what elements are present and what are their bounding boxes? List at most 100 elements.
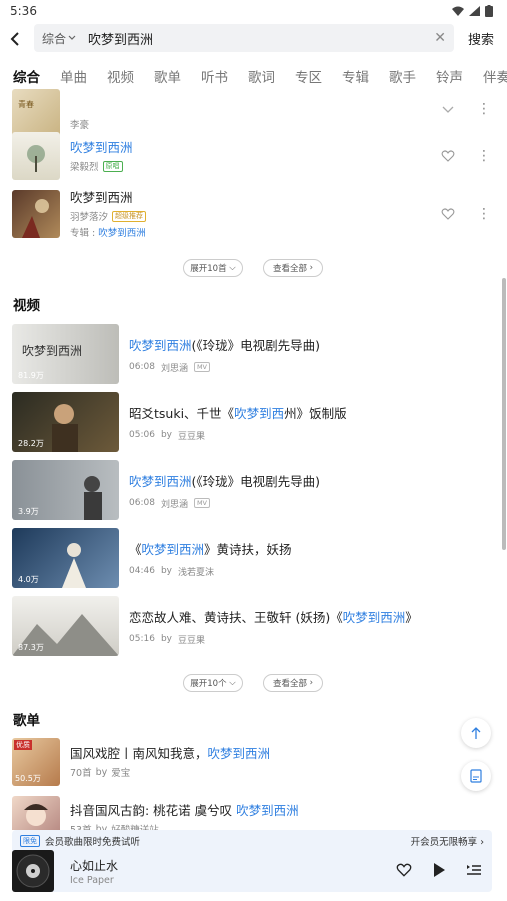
vip-cta[interactable]: 开会员无限畅享 ›: [411, 834, 484, 848]
view-all-videos-button[interactable]: 查看全部 ›: [263, 674, 323, 692]
mini-player[interactable]: 心如止水 Ice Paper: [12, 850, 492, 892]
video-row[interactable]: 吹梦到西洲 81.9万 吹梦到西洲 (《玲珑》电视剧先导曲) 06:08 刘思涵 MV: [12, 324, 492, 384]
tab-zones[interactable]: 专区: [282, 66, 329, 90]
video-row[interactable]: 4.0万 《吹梦到西洲》黄诗扶，妖扬 04:46 by 浅若夏沫: [12, 528, 492, 588]
video-title-post: (《玲珑》电视剧先导曲): [191, 473, 321, 489]
video-title-pre: 《: [129, 541, 142, 557]
cover-tag: 优质: [14, 740, 32, 750]
wifi-icon: [452, 6, 464, 16]
tab-artists[interactable]: 歌手: [376, 66, 423, 90]
video-title-highlight: 吹梦到西洲: [129, 473, 192, 489]
video-author: 刘思涵: [160, 499, 188, 510]
tab-songs[interactable]: 单曲: [47, 66, 94, 90]
tab-audiobooks[interactable]: 听书: [188, 66, 235, 90]
note-button[interactable]: [461, 761, 491, 791]
song-row[interactable]: 吹梦到西洲 羽梦落汐 超级推荐 专辑 : 吹梦到西洲 ⋮: [12, 190, 497, 239]
video-author: 豆豆果: [177, 431, 205, 442]
video-row[interactable]: 87.3万 恋恋故人难、黄诗扶、王敬轩 (妖扬)《吹梦到西洲》 05:16 by 豆…: [12, 596, 492, 656]
video-thumbnail: 4.0万: [12, 528, 119, 588]
chevron-down-icon[interactable]: [441, 102, 455, 116]
search-input[interactable]: 吹梦到西洲: [88, 29, 434, 48]
video-title-highlight: 吹梦到西: [234, 405, 285, 421]
expand-videos-button[interactable]: 展开10个 ⌵: [183, 674, 243, 692]
tab-albums[interactable]: 专辑: [329, 66, 376, 90]
video-title-post: (《玲珑》电视剧先导曲): [191, 337, 321, 353]
playlist-author: 爱宝: [111, 768, 131, 779]
playlist-row[interactable]: 抖音国风古韵: 桃花诺 虞兮叹 吹梦到西洲 53首by好酸糖送站: [12, 796, 497, 830]
playlist-title-pre: 国风戏腔丨南风知我意，: [70, 746, 208, 761]
back-arrow-icon: [10, 32, 19, 46]
expand-songs-button[interactable]: 展开10首 ⌵: [183, 259, 243, 277]
playlist-song-count: 53首: [70, 822, 92, 830]
battery-icon: [485, 5, 493, 17]
arrow-up-icon: [471, 727, 481, 739]
song-artist: 李豪: [70, 119, 90, 131]
mv-badge: MV: [193, 362, 211, 372]
video-play-count: 87.3万: [18, 643, 44, 652]
video-duration: 05:16: [129, 634, 155, 644]
video-thumbnail: 3.9万: [12, 460, 119, 520]
search-row: 综合 吹梦到西洲 ✕ 搜索: [0, 24, 507, 54]
playlist-title-highlight: 吹梦到西洲: [207, 746, 271, 761]
song-artist: 羽梦落汐: [70, 212, 109, 223]
playlist-author: 好酸糖送站: [111, 822, 159, 830]
expand-songs-label: 展开10首: [190, 264, 227, 274]
tab-lyrics[interactable]: 歌词: [235, 66, 282, 90]
video-title-post: 》: [405, 609, 418, 625]
scrollbar[interactable]: [502, 278, 506, 550]
tab-ringtones[interactable]: 铃声: [423, 66, 470, 90]
player-artist: Ice Paper: [70, 875, 114, 886]
search-category-dropdown[interactable]: 综合: [42, 30, 76, 47]
song-title: 吹梦到西洲: [70, 190, 133, 205]
back-button[interactable]: [0, 24, 30, 54]
song-row[interactable]: 吹梦到西洲 梁毅烈 原唱 ⋮: [12, 132, 497, 180]
video-row[interactable]: 28.2万 昭爻tsuki、千世《吹梦到西州》饭制版 05:06 by 豆豆果: [12, 392, 492, 452]
heart-icon[interactable]: [396, 862, 412, 878]
video-duration: 06:08: [129, 362, 155, 372]
video-play-count: 28.2万: [18, 439, 44, 448]
video-title-pre: 恋恋故人难、黄诗扶、王敬轩 (妖扬)《: [129, 609, 343, 625]
more-icon[interactable]: ⋮: [477, 102, 491, 116]
chevron-right-icon: ›: [480, 837, 484, 848]
chevron-right-icon: ›: [309, 263, 314, 273]
song-cover: [12, 132, 60, 180]
video-author: 豆豆果: [177, 635, 205, 646]
more-icon[interactable]: ⋮: [477, 207, 491, 221]
tab-all[interactable]: 综合: [0, 66, 47, 90]
song-cover: 青春: [12, 89, 60, 137]
more-icon[interactable]: ⋮: [477, 149, 491, 163]
song-row[interactable]: 青春 李豪 ⋮: [12, 89, 497, 137]
video-thumbnail: 吹梦到西洲 81.9万: [12, 324, 119, 384]
video-thumbnail: 87.3万: [12, 596, 119, 656]
chevron-down-icon: [68, 35, 76, 40]
search-button[interactable]: 搜索: [468, 29, 494, 48]
album-link[interactable]: 吹梦到西洲: [98, 228, 146, 239]
video-play-count: 3.9万: [18, 507, 39, 516]
vip-banner[interactable]: 限免 会员歌曲限时免费试听 开会员无限畅享 ›: [12, 830, 492, 852]
video-row[interactable]: 3.9万 吹梦到西洲(《玲珑》电视剧先导曲) 06:08 刘思涵 MV: [12, 460, 492, 520]
video-by: by: [160, 566, 172, 576]
heart-icon[interactable]: [441, 207, 455, 221]
tab-playlists[interactable]: 歌单: [141, 66, 188, 90]
heart-icon[interactable]: [441, 149, 455, 163]
video-duration: 04:46: [129, 566, 155, 576]
scroll-to-top-button[interactable]: [461, 718, 491, 748]
player-cover: [12, 850, 54, 892]
playlist-row[interactable]: 优质 50.5万 国风戏腔丨南风知我意，吹梦到西洲 70首 by 爱宝: [12, 738, 497, 786]
cover-art-text: 青春: [18, 100, 34, 109]
clear-icon[interactable]: ✕: [434, 30, 446, 46]
view-all-songs-button[interactable]: 查看全部 ›: [263, 259, 323, 277]
note-icon: [470, 769, 482, 783]
thumb-art-text: 吹梦到西洲: [22, 344, 83, 358]
playlist-title-pre: 抖音国风古韵: 桃花诺 虞兮叹: [70, 803, 237, 818]
playlist-play-count: 50.5万: [15, 774, 41, 783]
playlist-icon[interactable]: [466, 863, 482, 877]
playlist-cover: 优质 50.5万: [12, 738, 60, 786]
video-title-highlight: 吹梦到西洲: [141, 541, 205, 557]
play-icon[interactable]: [432, 862, 446, 878]
search-box[interactable]: 综合 吹梦到西洲 ✕: [34, 24, 454, 52]
video-author: 刘思涵: [160, 363, 188, 374]
tab-videos[interactable]: 视频: [94, 66, 141, 90]
tab-accompaniment[interactable]: 伴奏: [470, 66, 507, 90]
status-icons: [452, 5, 493, 17]
